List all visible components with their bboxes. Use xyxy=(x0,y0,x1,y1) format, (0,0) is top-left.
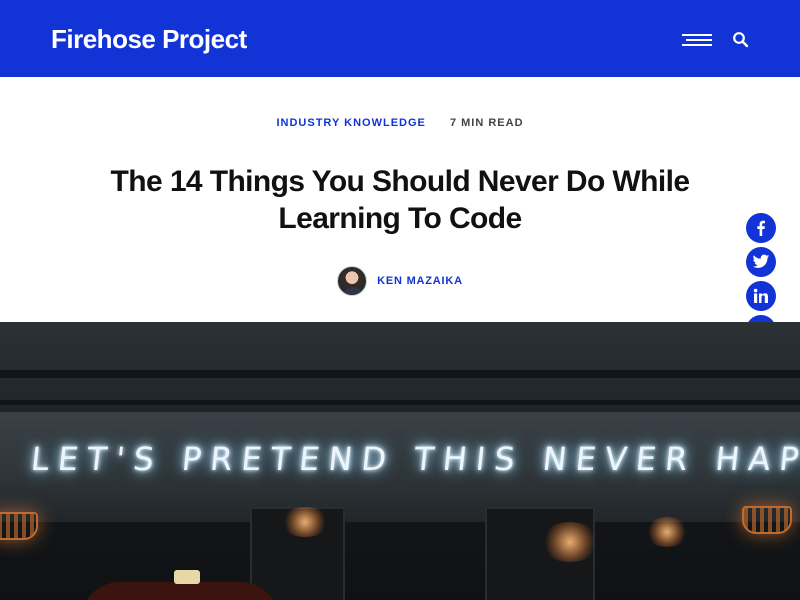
hero-image: LET'S PRETEND THIS NEVER HAPPENED xyxy=(0,322,800,600)
category-link[interactable]: INDUSTRY KNOWLEDGE xyxy=(276,117,425,129)
hanging-lamp xyxy=(0,512,38,540)
hamburger-icon-line xyxy=(682,44,712,46)
neon-sign: LET'S PRETEND THIS NEVER HAPPENED xyxy=(29,440,800,478)
search-button[interactable] xyxy=(732,31,750,49)
article-title-line: Learning To Code xyxy=(278,202,522,235)
car-shape xyxy=(80,582,280,600)
share-linkedin-button[interactable] xyxy=(746,281,776,311)
taxi-sign xyxy=(174,570,200,584)
hero-beam xyxy=(0,370,800,378)
share-twitter-button[interactable] xyxy=(746,247,776,277)
site-logo[interactable]: Firehose Project xyxy=(51,24,247,55)
share-facebook-button[interactable] xyxy=(746,213,776,243)
read-time: 7 MIN READ xyxy=(449,117,524,129)
linkedin-icon xyxy=(753,288,768,303)
facebook-icon xyxy=(757,220,765,236)
hero-beam xyxy=(0,400,800,405)
article-title-line: The 14 Things You Should Never Do While xyxy=(110,165,690,198)
author-name-link[interactable]: KEN MAZAIKA xyxy=(377,275,463,287)
warm-light xyxy=(280,507,330,537)
article-title: The 14 Things You Should Never Do While … xyxy=(60,163,740,237)
search-icon xyxy=(733,32,749,48)
warm-light xyxy=(645,517,689,547)
hanging-lamp xyxy=(742,506,792,534)
menu-button[interactable] xyxy=(682,33,714,49)
hamburger-icon-line xyxy=(686,39,712,41)
site-header: Firehose Project xyxy=(0,0,800,77)
twitter-icon xyxy=(752,254,770,268)
author-byline: KEN MAZAIKA xyxy=(0,266,800,296)
hamburger-icon-line xyxy=(682,34,712,36)
warm-light xyxy=(540,522,600,562)
avatar[interactable] xyxy=(337,266,368,296)
article-meta: INDUSTRY KNOWLEDGE 7 MIN READ xyxy=(0,117,800,129)
hero-ceiling xyxy=(0,322,800,412)
